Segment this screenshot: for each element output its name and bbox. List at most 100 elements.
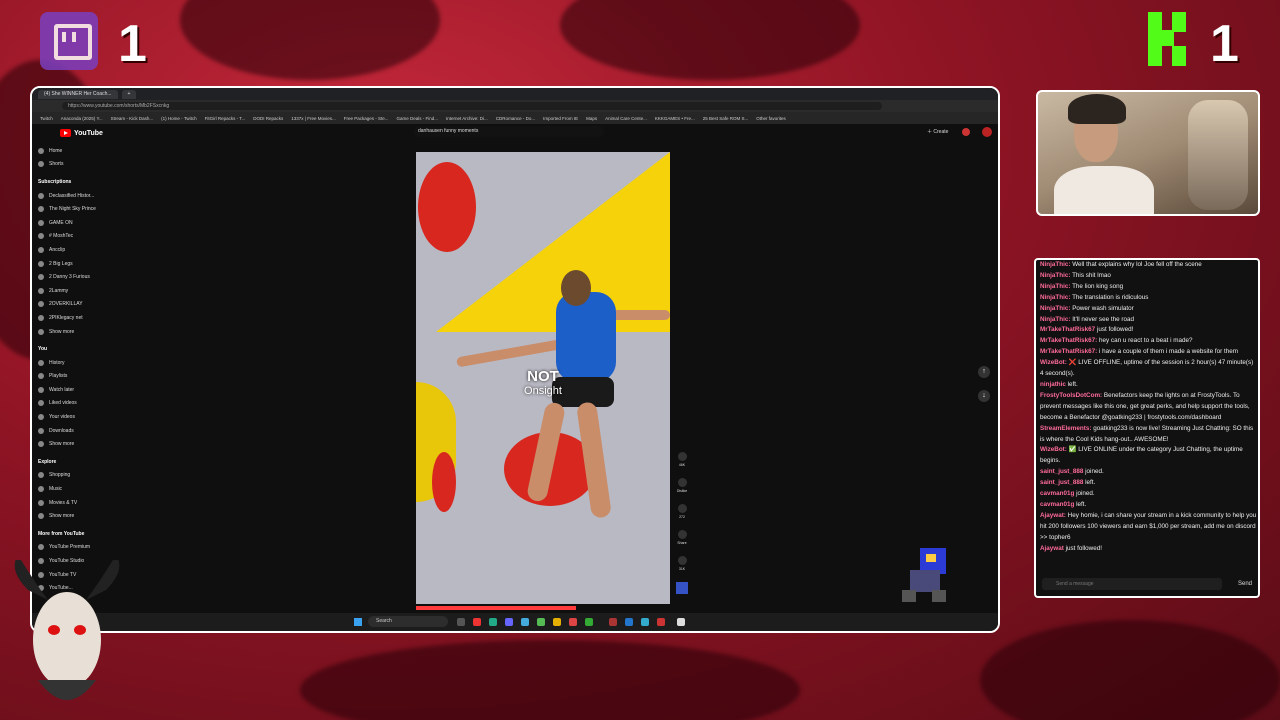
edge-icon[interactable] <box>521 618 529 626</box>
chat-username[interactable]: NinjaThic: <box>1040 294 1070 301</box>
app-icon[interactable] <box>625 618 633 626</box>
remix-button[interactable]: 31K <box>675 556 689 582</box>
bookmark-item[interactable]: Game Deals - Find... <box>397 116 439 121</box>
bookmark-item[interactable]: FitGirl Repacks - T... <box>205 116 246 121</box>
like-button[interactable]: 46K <box>675 452 689 478</box>
sidebar-item[interactable]: Shorts <box>38 158 122 172</box>
taskbar-search[interactable]: Search <box>368 616 448 627</box>
bookmark-item[interactable]: Stream - Kick Dash... <box>111 116 154 121</box>
sidebar-item[interactable]: 2OVERKILLAY <box>38 298 122 312</box>
bookmark-item[interactable]: KKKGAMES • Fre... <box>655 116 695 121</box>
app-icon[interactable] <box>657 618 665 626</box>
sidebar-item[interactable]: GAME ON <box>38 216 122 230</box>
next-short-button[interactable]: ↓ <box>978 390 990 402</box>
app-icon[interactable] <box>537 618 545 626</box>
sidebar-item[interactable]: Music <box>38 482 122 496</box>
sidebar-item[interactable]: Ancclip <box>38 243 122 257</box>
chat-username[interactable]: Ajaywat <box>1040 545 1064 552</box>
sidebar-item[interactable]: The Night Sky Prince <box>38 202 122 216</box>
bookmark-item[interactable]: Twitch <box>40 116 53 121</box>
sidebar-item[interactable]: # MoshTec <box>38 230 122 244</box>
app-icon[interactable] <box>609 618 617 626</box>
share-button[interactable]: Share <box>675 530 689 556</box>
windows-start-icon[interactable] <box>354 618 362 626</box>
bookmark-item[interactable]: (1) Home - Twitch <box>161 116 196 121</box>
bookmark-item[interactable]: CDRomance - Do... <box>496 116 535 121</box>
sidebar-item[interactable]: 2 Danny 3 Furious <box>38 270 122 284</box>
chat-username[interactable]: Ajaywat: <box>1040 512 1066 519</box>
sidebar-item[interactable]: 2 Big Legs <box>38 257 122 271</box>
bookmark-item[interactable]: 1337x | Free Movies... <box>291 116 335 121</box>
sidebar-section-header[interactable]: You <box>38 342 122 356</box>
sidebar-item[interactable]: Downloads <box>38 424 122 438</box>
chat-username[interactable]: cavman01g <box>1040 501 1074 508</box>
chat-input[interactable]: Send a message <box>1042 578 1222 590</box>
sidebar-item[interactable]: 2PIKlegacy net <box>38 311 122 325</box>
chat-username[interactable]: NinjaThic: <box>1040 272 1070 279</box>
app-icon[interactable] <box>677 618 685 626</box>
sidebar-section-header[interactable]: More from YouTube <box>38 527 122 541</box>
chat-username[interactable]: ninjathic <box>1040 381 1066 388</box>
chat-username[interactable]: FrostyToolsDotCom: <box>1040 392 1102 399</box>
app-icon[interactable] <box>585 618 593 626</box>
sidebar-item[interactable]: Show more <box>38 437 122 451</box>
comments-button[interactable]: 272 <box>675 504 689 530</box>
sidebar-item[interactable]: Your videos <box>38 410 122 424</box>
sidebar-section-header[interactable]: Subscriptions <box>38 175 122 189</box>
bookmark-item[interactable]: Other favorites <box>756 116 786 121</box>
chat-username[interactable]: WizeBot: <box>1040 446 1067 453</box>
chat-username[interactable]: MrTakeThatRisk67: <box>1040 337 1097 344</box>
short-video[interactable]: NOT Onsight <box>416 152 670 604</box>
sidebar-item[interactable]: History <box>38 356 122 370</box>
chat-username[interactable]: StreamElements: <box>1040 425 1091 432</box>
chat-username[interactable]: WizeBot: <box>1040 359 1067 366</box>
app-icon[interactable] <box>569 618 577 626</box>
chat-username[interactable]: cavman01g <box>1040 490 1074 497</box>
folder-icon[interactable] <box>553 618 561 626</box>
xbox-icon[interactable] <box>489 618 497 626</box>
sidebar-item[interactable]: Watch later <box>38 383 122 397</box>
chat-username[interactable]: NinjaThic: <box>1040 316 1070 323</box>
sidebar-section-header[interactable]: Explore <box>38 455 122 469</box>
bookmark-item[interactable]: Internet Archive: Di... <box>446 116 488 121</box>
chat-username[interactable]: saint_just_888 <box>1040 479 1083 486</box>
bookmark-item[interactable]: 25 Best Safe ROM S... <box>703 116 749 121</box>
sidebar-item[interactable]: Shopping <box>38 469 122 483</box>
avatar[interactable] <box>982 127 992 137</box>
chat-username[interactable]: MrTakeThatRisk67: <box>1040 348 1097 355</box>
search-input[interactable]: danhausen funny moments <box>414 126 604 137</box>
video-progress[interactable] <box>416 606 576 610</box>
sound-thumbnail[interactable] <box>676 582 688 594</box>
taskview-icon[interactable] <box>457 618 465 626</box>
sidebar-item[interactable]: YouTube Premium <box>38 541 122 555</box>
send-button[interactable]: Send <box>1238 578 1252 590</box>
chat-username[interactable]: NinjaThic: <box>1040 261 1070 268</box>
notifications-icon[interactable] <box>962 128 970 136</box>
sidebar-item[interactable]: Movies & TV <box>38 496 122 510</box>
app-icon[interactable] <box>473 618 481 626</box>
new-tab-button[interactable]: + <box>121 89 137 99</box>
chat-username[interactable]: MrTakeThatRisk67 <box>1040 326 1095 333</box>
previous-short-button[interactable]: ↑ <box>978 366 990 378</box>
chrome-icon[interactable] <box>641 618 649 626</box>
browser-tab[interactable]: (4) She WINNER Her Coach... <box>38 89 118 99</box>
bookmark-item[interactable]: Animal Care Cente... <box>605 116 647 121</box>
bookmark-item[interactable]: Anaconda (2025) Y... <box>61 116 103 121</box>
create-button[interactable]: ＋ Create <box>927 128 948 135</box>
dislike-button[interactable]: Dislike <box>675 478 689 504</box>
app-icon[interactable] <box>505 618 513 626</box>
address-bar[interactable]: https://www.youtube.com/shorts/Mb2FSxcnk… <box>62 102 882 110</box>
chat-username[interactable]: saint_just_888 <box>1040 468 1083 475</box>
sidebar-item[interactable]: Show more <box>38 325 122 339</box>
sidebar-item[interactable]: Home <box>38 144 122 158</box>
sidebar-item[interactable]: Liked videos <box>38 397 122 411</box>
youtube-logo[interactable]: YouTube <box>60 129 103 137</box>
chat-username[interactable]: NinjaThic: <box>1040 305 1070 312</box>
bookmark-item[interactable]: Maps <box>586 116 597 121</box>
sidebar-item[interactable]: Playlists <box>38 370 122 384</box>
bookmark-item[interactable]: Imported From IE <box>543 116 578 121</box>
chat-username[interactable]: NinjaThic: <box>1040 283 1070 290</box>
sidebar-item[interactable]: 2Lammy <box>38 284 122 298</box>
bookmark-item[interactable]: Free Packages - Ste... <box>344 116 389 121</box>
sidebar-item[interactable]: Declassified Histor... <box>38 189 122 203</box>
